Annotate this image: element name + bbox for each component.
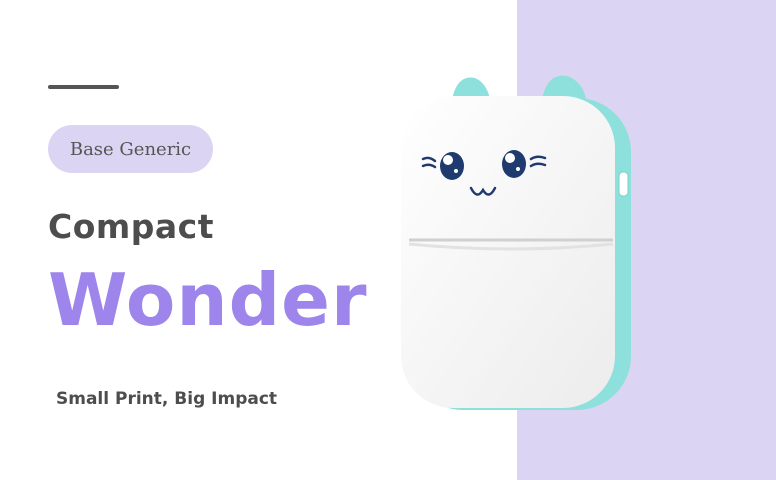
cat-face-mini-printer-icon [401,75,631,410]
heading-line-1: Compact [48,207,215,246]
category-badge-label: Base Generic [69,138,192,160]
heading-line-2: Wonder [48,258,368,342]
category-badge: Base Generic [48,125,213,173]
accent-divider [48,85,119,89]
tagline: Small Print, Big Impact [56,389,278,409]
